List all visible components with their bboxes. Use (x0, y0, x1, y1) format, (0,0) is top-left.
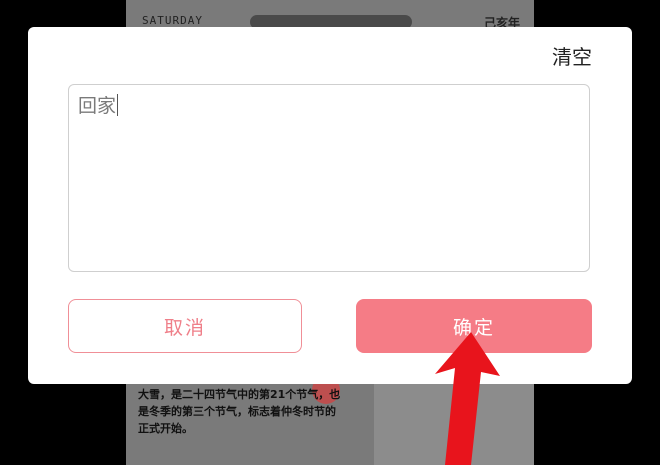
text-input[interactable]: 回家 (68, 84, 590, 272)
edit-dialog: 清空 回家 取消 确定 (28, 27, 632, 384)
text-cursor (117, 94, 119, 116)
background-description-line: 正式开始。 (138, 422, 193, 435)
clear-button[interactable]: 清空 (552, 41, 592, 70)
background-weekday-text: SATURDAY (142, 14, 203, 27)
text-input-value: 回家 (78, 95, 117, 117)
pointer-arrow-icon (435, 332, 500, 465)
background-description-line: 大雪，是二十四节气中的第21个节气，也 (138, 388, 341, 401)
cancel-button-label: 取消 (163, 316, 206, 339)
background-description-line: 是冬季的第三个节气，标志着仲冬时节的 (138, 405, 336, 418)
cancel-button[interactable]: 取消 (68, 299, 302, 353)
background-description: 大雪，是二十四节气中的第21个节气，也 是冬季的第三个节气，标志着仲冬时节的 正… (138, 386, 388, 437)
